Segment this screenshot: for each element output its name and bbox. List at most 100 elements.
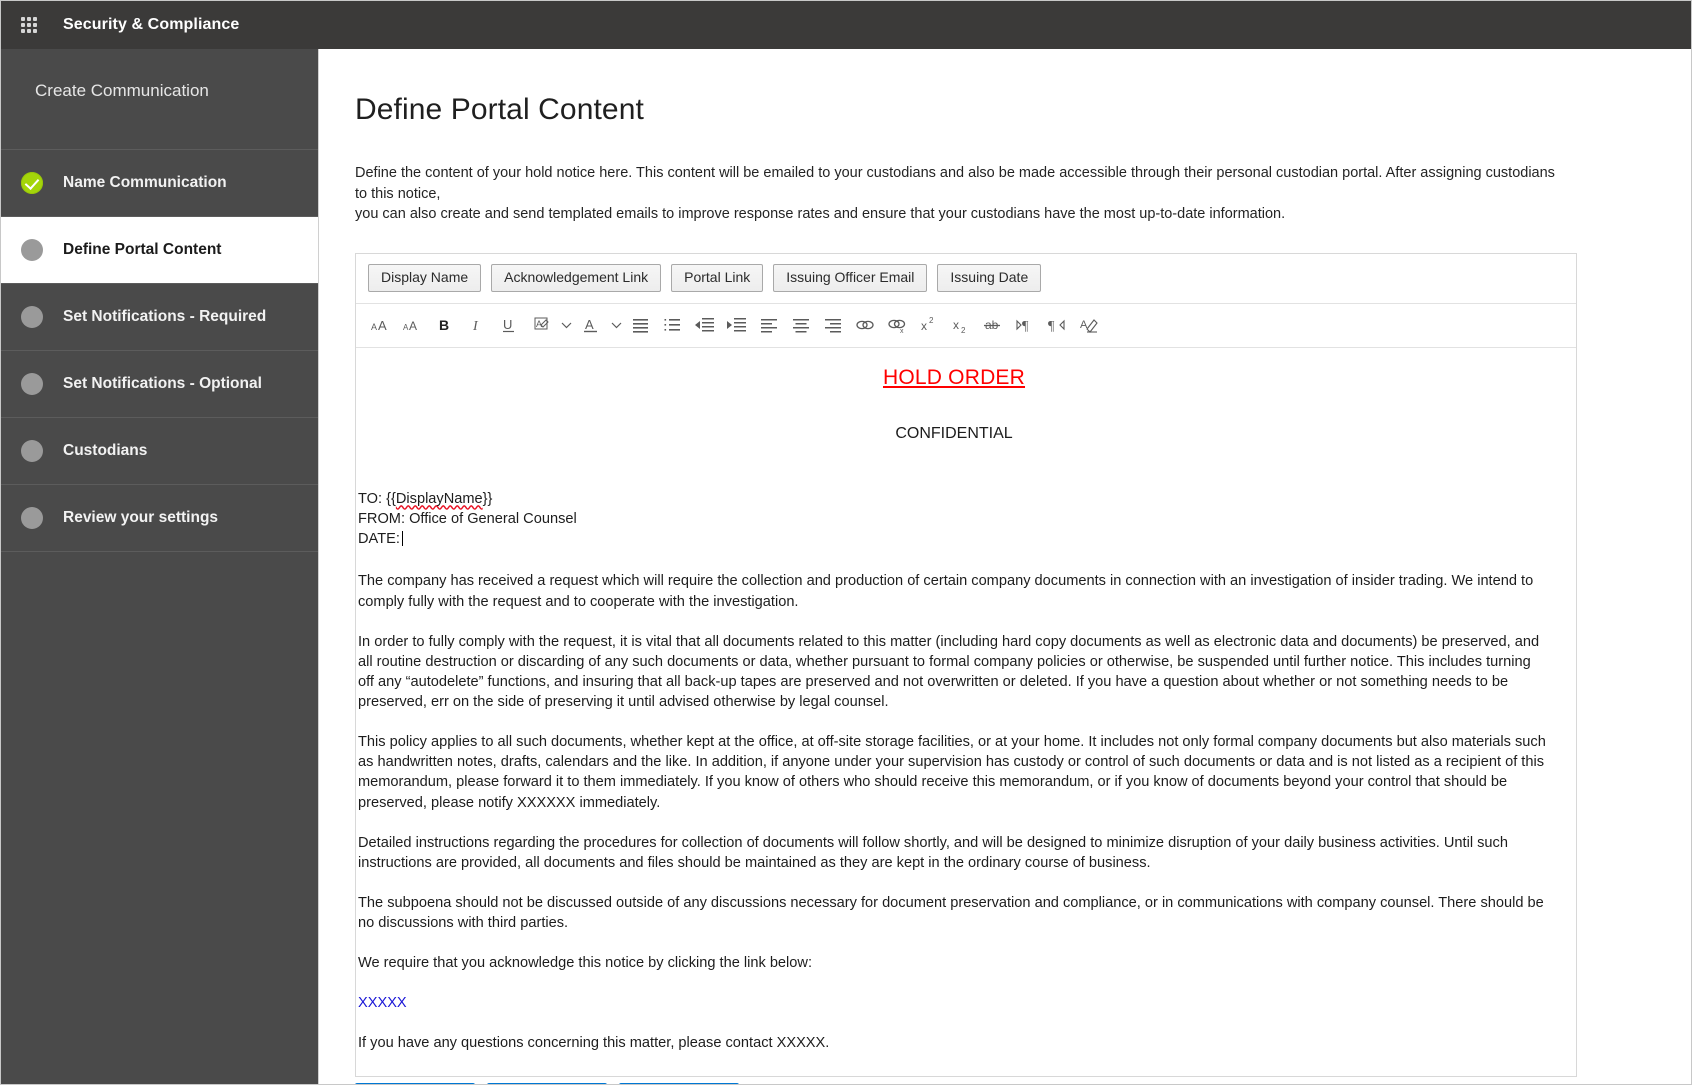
- to-close: }}: [483, 491, 493, 507]
- svg-text:A: A: [536, 319, 542, 329]
- align-left-icon[interactable]: [754, 311, 784, 339]
- underline-icon[interactable]: U: [494, 311, 524, 339]
- insert-acknowledgement-link-token-button[interactable]: Acknowledgement Link: [491, 264, 661, 292]
- document-paragraph: This policy applies to all such document…: [358, 732, 1550, 813]
- svg-text:2: 2: [961, 326, 966, 334]
- superscript-icon[interactable]: x2: [914, 311, 944, 339]
- step-bullet-icon: [21, 440, 43, 462]
- rich-text-editor: Display Name Acknowledgement Link Portal…: [355, 253, 1577, 1077]
- bold-icon[interactable]: B: [430, 311, 460, 339]
- svg-text:I: I: [472, 319, 479, 334]
- text-cursor: [402, 531, 403, 546]
- page-title: Define Portal Content: [355, 93, 1675, 127]
- insert-portal-link-token-button[interactable]: Portal Link: [671, 264, 763, 292]
- security-compliance-app: Security & Compliance Create Communicati…: [0, 0, 1692, 1085]
- page-description-line-1: Define the content of your hold notice h…: [355, 163, 1555, 204]
- svg-text:A: A: [371, 322, 377, 332]
- clear-formatting-icon[interactable]: A: [1074, 311, 1104, 339]
- insert-link-icon[interactable]: [850, 311, 880, 339]
- to-line: TO: {{DisplayName}}: [358, 490, 1550, 510]
- display-name-token: DisplayName: [396, 491, 483, 507]
- to-label: TO: {{: [358, 491, 396, 507]
- wizard-footer-actions: Back Next Cancel: [355, 1077, 1675, 1085]
- hold-notice-content-editable[interactable]: HOLD ORDER CONFIDENTIAL TO: {{DisplayNam…: [356, 348, 1576, 1075]
- step-complete-check-icon: [21, 172, 43, 194]
- step-bullet-icon: [21, 306, 43, 328]
- page-description-line-2: you can also create and send templated e…: [355, 204, 1555, 225]
- text-direction-rtl-icon[interactable]: ¶: [1042, 311, 1072, 339]
- highlight-color-chevron-down-icon[interactable]: [558, 311, 574, 339]
- page-description: Define the content of your hold notice h…: [355, 163, 1555, 225]
- sidebar-item-set-notifications-required[interactable]: Set Notifications - Required: [1, 284, 318, 351]
- svg-text:x: x: [900, 328, 904, 334]
- document-paragraph: If you have any questions concerning thi…: [358, 1033, 1550, 1053]
- insert-display-name-token-button[interactable]: Display Name: [368, 264, 481, 292]
- text-direction-ltr-icon[interactable]: ¶: [1010, 311, 1040, 339]
- page-body: Create Communication Name Communication …: [1, 49, 1691, 1085]
- document-paragraph: Detailed instructions regarding the proc…: [358, 833, 1550, 873]
- document-paragraph: In order to fully comply with the reques…: [358, 632, 1550, 713]
- sidebar-item-review-your-settings[interactable]: Review your settings: [1, 485, 318, 552]
- document-title: HOLD ORDER: [883, 366, 1025, 389]
- svg-text:A: A: [378, 318, 387, 333]
- step-bullet-icon: [21, 239, 43, 261]
- document-subtitle: CONFIDENTIAL: [358, 423, 1550, 445]
- sidebar-item-custodians[interactable]: Custodians: [1, 418, 318, 485]
- shrink-font-icon[interactable]: AA: [398, 311, 428, 339]
- svg-text:x: x: [953, 318, 959, 332]
- subscript-icon[interactable]: x2: [946, 311, 976, 339]
- token-insert-toolbar: Display Name Acknowledgement Link Portal…: [356, 254, 1576, 304]
- font-color-chevron-down-icon[interactable]: [608, 311, 624, 339]
- formatting-toolbar: AA AA B I U: [356, 304, 1576, 348]
- document-paragraph: We require that you acknowledge this not…: [358, 953, 1550, 973]
- grow-font-icon[interactable]: AA: [366, 311, 396, 339]
- svg-text:¶: ¶: [1048, 319, 1055, 334]
- align-center-icon[interactable]: [786, 311, 816, 339]
- font-color-icon[interactable]: A: [576, 311, 606, 339]
- strikethrough-icon[interactable]: ab: [978, 311, 1008, 339]
- main-content: Define Portal Content Define the content…: [319, 49, 1691, 1085]
- insert-issuing-date-token-button[interactable]: Issuing Date: [937, 264, 1041, 292]
- step-bullet-icon: [21, 373, 43, 395]
- waffle-grid-icon: [21, 17, 37, 33]
- align-right-icon[interactable]: [818, 311, 848, 339]
- italic-icon[interactable]: I: [462, 311, 492, 339]
- svg-text:A: A: [585, 317, 594, 332]
- date-line: DATE:: [358, 530, 1550, 550]
- sidebar-item-set-notifications-optional[interactable]: Set Notifications - Optional: [1, 351, 318, 418]
- remove-link-icon[interactable]: x: [882, 311, 912, 339]
- sidebar-item-name-communication[interactable]: Name Communication: [1, 150, 318, 217]
- svg-text:A: A: [409, 319, 417, 333]
- sidebar-item-label: Define Portal Content: [63, 241, 221, 259]
- highlight-color-icon[interactable]: A: [526, 311, 556, 339]
- svg-text:¶: ¶: [1022, 319, 1029, 334]
- insert-issuing-officer-email-token-button[interactable]: Issuing Officer Email: [773, 264, 927, 292]
- app-launcher-waffle-icon[interactable]: [9, 1, 49, 49]
- wizard-navigation: Create Communication Name Communication …: [1, 49, 319, 1085]
- acknowledgement-link[interactable]: XXXXX: [358, 995, 407, 1011]
- from-line: FROM: Office of General Counsel: [358, 510, 1550, 530]
- document-title-line: HOLD ORDER: [358, 364, 1550, 393]
- svg-text:B: B: [439, 317, 449, 333]
- sidebar-item-define-portal-content[interactable]: Define Portal Content: [1, 217, 318, 284]
- acknowledgement-link-paragraph: XXXXX: [358, 993, 1550, 1013]
- svg-text:U: U: [503, 317, 512, 332]
- document-paragraph: The subpoena should not be discussed out…: [358, 893, 1550, 933]
- sidebar-item-label: Set Notifications - Optional: [63, 375, 262, 393]
- wizard-heading: Create Communication: [1, 49, 318, 150]
- bulleted-list-icon[interactable]: [626, 311, 656, 339]
- date-label: DATE:: [358, 531, 400, 547]
- document-paragraph: The company has received a request which…: [358, 571, 1550, 611]
- address-block: TO: {{DisplayName}} FROM: Office of Gene…: [358, 490, 1550, 549]
- numbered-list-icon[interactable]: [658, 311, 688, 339]
- svg-text:x: x: [921, 319, 927, 333]
- sidebar-item-label: Set Notifications - Required: [63, 308, 266, 326]
- suite-title: Security & Compliance: [63, 16, 239, 34]
- increase-indent-icon[interactable]: [722, 311, 752, 339]
- svg-text:2: 2: [929, 316, 934, 325]
- decrease-indent-icon[interactable]: [690, 311, 720, 339]
- sidebar-item-label: Review your settings: [63, 509, 218, 527]
- sidebar-item-label: Custodians: [63, 442, 147, 460]
- suite-header: Security & Compliance: [1, 1, 1691, 49]
- step-bullet-icon: [21, 507, 43, 529]
